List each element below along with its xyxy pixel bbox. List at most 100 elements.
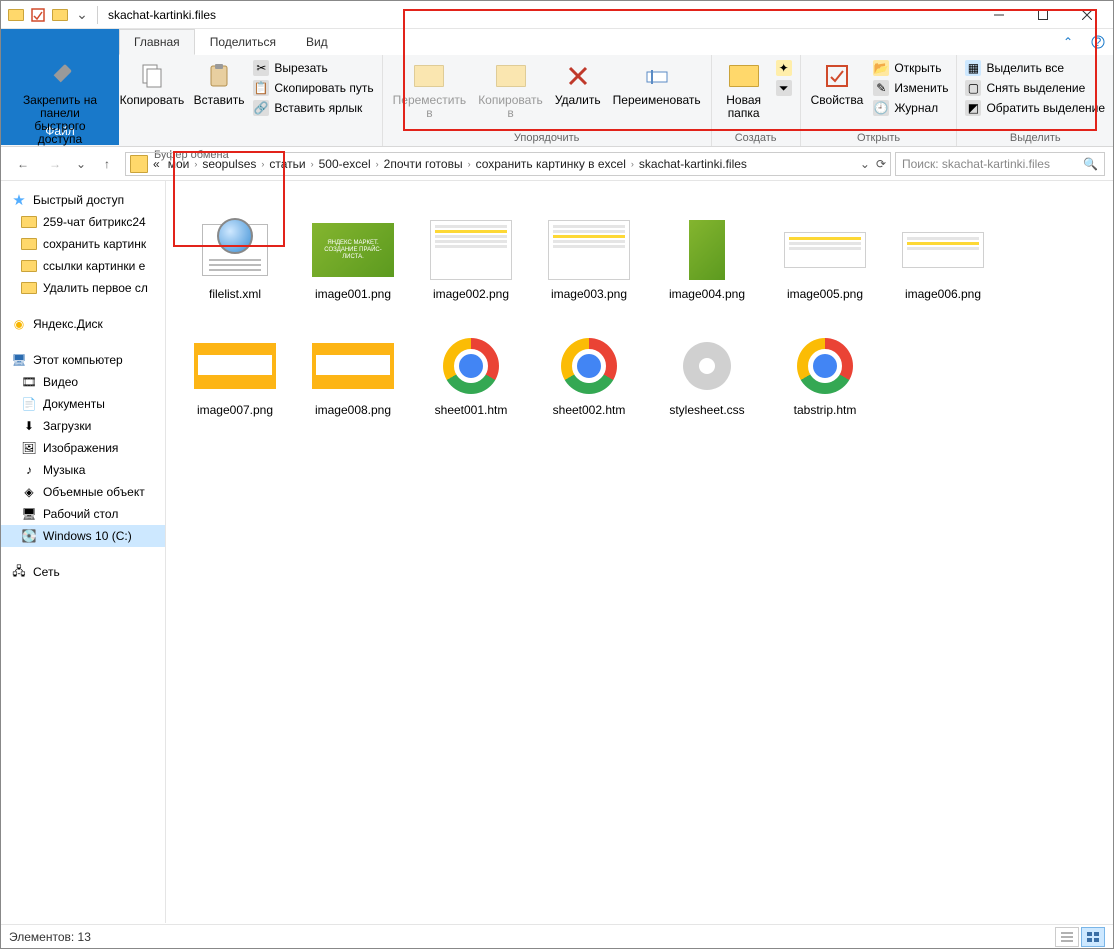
- new-item-icon: ✦: [776, 60, 792, 76]
- forward-button[interactable]: →: [41, 150, 69, 178]
- tab-view[interactable]: Вид: [291, 29, 343, 55]
- address-bar[interactable]: « мои› seopulses› статьи› 500-excel› 2по…: [125, 152, 891, 176]
- nav-quick-access[interactable]: ★Быстрый доступ: [1, 189, 165, 211]
- group-select-label: Выделить: [961, 131, 1109, 146]
- copy-path-button[interactable]: 📋Скопировать путь: [249, 78, 377, 98]
- music-icon: ♪: [21, 462, 37, 478]
- titlebar: ⌄ skachat-kartinki.files: [1, 1, 1113, 29]
- tab-home[interactable]: Главная: [119, 29, 195, 55]
- nav-pc-drive-c[interactable]: 💽Windows 10 (C:): [1, 525, 165, 547]
- paste-button[interactable]: Вставить: [189, 58, 250, 109]
- copy-to-button[interactable]: Копировать в: [472, 58, 549, 122]
- file-name: image004.png: [669, 287, 745, 301]
- file-item[interactable]: sheet001.htm: [412, 307, 530, 423]
- delete-button[interactable]: Удалить: [549, 58, 607, 109]
- new-item-button[interactable]: ✦: [772, 58, 796, 78]
- properties-button[interactable]: Свойства: [805, 58, 870, 109]
- history-icon: 🕘: [873, 100, 889, 116]
- refresh-icon[interactable]: ⟳: [876, 157, 886, 171]
- new-folder-button[interactable]: Новая папка: [716, 58, 772, 122]
- crumb-6[interactable]: skachat-kartinki.files: [636, 157, 750, 171]
- nav-yandex-disk[interactable]: ◉Яндекс.Диск: [1, 313, 165, 335]
- nav-quick-item-3[interactable]: Удалить первое сл: [1, 277, 165, 299]
- search-icon: 🔍: [1083, 157, 1098, 171]
- file-item[interactable]: filelist.xml: [176, 191, 294, 307]
- open-button[interactable]: 📂Открыть: [869, 58, 952, 78]
- file-list[interactable]: filelist.xml ЯНДЕКС МАРКЕТ. СОЗДАНИЕ ПРА…: [166, 181, 1113, 923]
- file-item[interactable]: image005.png: [766, 191, 884, 307]
- select-none-button[interactable]: ▢Снять выделение: [961, 78, 1109, 98]
- status-elements-count: 13: [78, 930, 91, 944]
- paste-label: Вставить: [194, 94, 245, 107]
- thumbnail-image: [194, 335, 276, 397]
- nav-quick-item-0[interactable]: 259-чат битрикс24: [1, 211, 165, 233]
- nav-pc-desktop[interactable]: 🖥Рабочий стол: [1, 503, 165, 525]
- nav-pc-pictures[interactable]: 🖼Изображения: [1, 437, 165, 459]
- file-item[interactable]: image007.png: [176, 307, 294, 423]
- file-name: stylesheet.css: [669, 403, 744, 417]
- close-button[interactable]: [1065, 1, 1109, 29]
- help-icon[interactable]: ?: [1083, 29, 1113, 55]
- nav-pc-music[interactable]: ♪Музыка: [1, 459, 165, 481]
- file-item[interactable]: stylesheet.css: [648, 307, 766, 423]
- nav-pc-documents[interactable]: 📄Документы: [1, 393, 165, 415]
- nav-pc-videos[interactable]: 🎞Видео: [1, 371, 165, 393]
- view-details-button[interactable]: [1055, 927, 1079, 947]
- back-button[interactable]: ←: [9, 150, 37, 178]
- crumb-2[interactable]: статьи: [266, 157, 308, 171]
- search-input[interactable]: Поиск: skachat-kartinki.files 🔍: [895, 152, 1105, 176]
- file-item[interactable]: image003.png: [530, 191, 648, 307]
- group-open-label: Открыть: [805, 131, 953, 146]
- thumbnail-htm: [548, 335, 630, 397]
- history-button[interactable]: 🕘Журнал: [869, 98, 952, 118]
- nav-pc-downloads[interactable]: ⬇Загрузки: [1, 415, 165, 437]
- nav-pc-3dobjects[interactable]: ◈Объемные объект: [1, 481, 165, 503]
- file-item[interactable]: ЯНДЕКС МАРКЕТ. СОЗДАНИЕ ПРАЙС-ЛИСТА. ima…: [294, 191, 412, 307]
- pc-icon: 🖥: [11, 352, 27, 368]
- nav-this-pc[interactable]: 🖥Этот компьютер: [1, 349, 165, 371]
- qat-dropdown-icon[interactable]: ⌄: [71, 4, 93, 26]
- ribbon-collapse-icon[interactable]: ⌃: [1053, 29, 1083, 55]
- star-icon: ★: [11, 192, 27, 208]
- edit-button[interactable]: ✎Изменить: [869, 78, 952, 98]
- crumb-1[interactable]: seopulses: [199, 157, 259, 171]
- easy-access-button[interactable]: ⏷: [772, 78, 796, 98]
- chrome-icon: [443, 338, 499, 394]
- invert-selection-button[interactable]: ◩Обратить выделение: [961, 98, 1109, 118]
- crumb-0[interactable]: мои: [165, 157, 193, 171]
- search-placeholder: Поиск: skachat-kartinki.files: [902, 157, 1050, 171]
- move-to-button[interactable]: Переместить в: [387, 58, 473, 122]
- rename-button[interactable]: Переименовать: [607, 58, 707, 109]
- file-item[interactable]: image004.png: [648, 191, 766, 307]
- recent-dropdown[interactable]: ⌄: [73, 150, 89, 178]
- tab-share[interactable]: Поделиться: [195, 29, 291, 55]
- crumb-5[interactable]: сохранить картинку в excel: [473, 157, 629, 171]
- file-item[interactable]: tabstrip.htm: [766, 307, 884, 423]
- address-dropdown-icon[interactable]: ⌄: [860, 157, 870, 171]
- file-item[interactable]: image006.png: [884, 191, 1002, 307]
- file-item[interactable]: image008.png: [294, 307, 412, 423]
- up-button[interactable]: ↑: [93, 150, 121, 178]
- crumb-3[interactable]: 500-excel: [316, 157, 374, 171]
- maximize-button[interactable]: [1021, 1, 1065, 29]
- crumb-4[interactable]: 2почти готовы: [381, 157, 466, 171]
- folder-icon: [5, 4, 27, 26]
- qat-properties-icon[interactable]: [27, 4, 49, 26]
- file-item[interactable]: image002.png: [412, 191, 530, 307]
- gear-icon: [683, 342, 731, 390]
- minimize-button[interactable]: [977, 1, 1021, 29]
- pin-quickaccess-button[interactable]: Закрепить на панели быстрого доступа: [5, 58, 115, 148]
- nav-network[interactable]: 🖧Сеть: [1, 561, 165, 583]
- copy-button[interactable]: Копировать: [115, 58, 189, 109]
- docs-icon: 📄: [21, 396, 37, 412]
- cut-button[interactable]: ✂Вырезать: [249, 58, 377, 78]
- select-all-button[interactable]: ▦Выделить все: [961, 58, 1109, 78]
- nav-quick-item-1[interactable]: сохранить картинк: [1, 233, 165, 255]
- group-create: Новая папка ✦ ⏷ Создать: [712, 55, 801, 146]
- paste-shortcut-button[interactable]: 🔗Вставить ярлык: [249, 98, 377, 118]
- nav-quick-item-2[interactable]: ссылки картинки е: [1, 255, 165, 277]
- file-item[interactable]: sheet002.htm: [530, 307, 648, 423]
- open-icon: 📂: [873, 60, 889, 76]
- path-icon: 📋: [253, 80, 269, 96]
- view-icons-button[interactable]: [1081, 927, 1105, 947]
